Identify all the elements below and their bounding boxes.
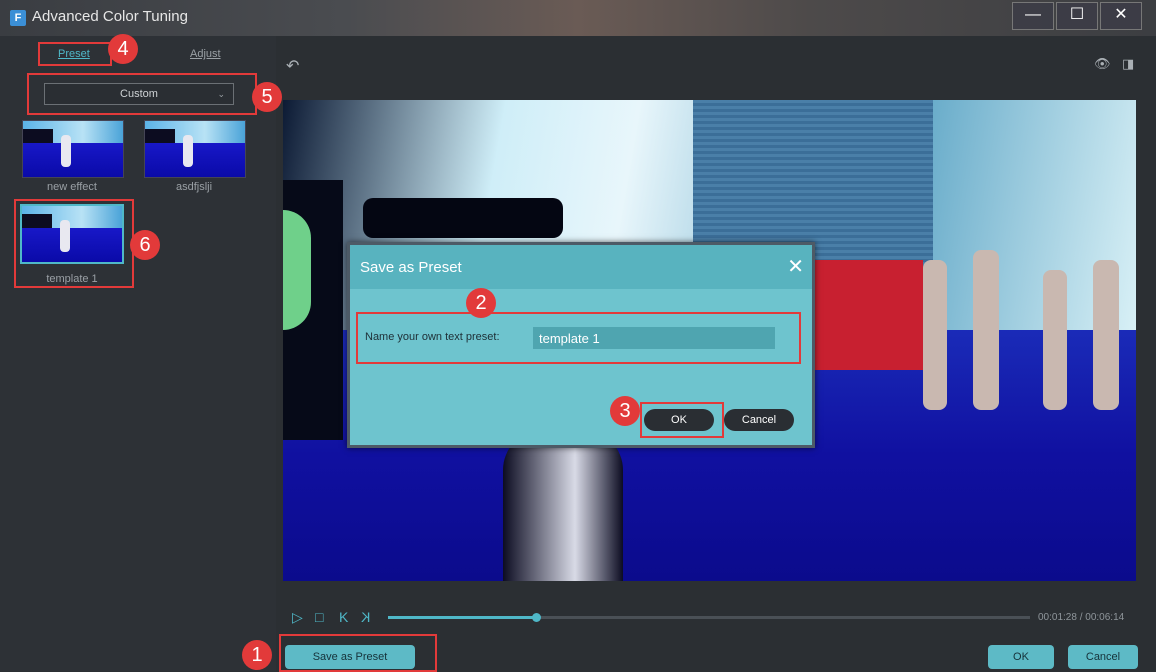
- annotation-box: [14, 199, 134, 288]
- progress-fill: [388, 616, 536, 619]
- annotation-box: [640, 402, 724, 438]
- annotation-marker: 4: [108, 34, 138, 64]
- cancel-button[interactable]: Cancel: [1068, 645, 1138, 669]
- next-frame-icon[interactable]: K: [361, 609, 370, 625]
- preset-thumbnail-asdfjslji[interactable]: [144, 120, 246, 178]
- annotation-marker: 1: [242, 640, 272, 670]
- app-icon: F: [10, 10, 26, 26]
- ok-button[interactable]: OK: [988, 645, 1054, 669]
- compare-icon[interactable]: ◨: [1122, 56, 1134, 72]
- close-button[interactable]: ✕: [1100, 2, 1142, 30]
- window-title: Advanced Color Tuning: [32, 8, 188, 25]
- play-icon[interactable]: ▷: [292, 609, 303, 626]
- dialog-cancel-button[interactable]: Cancel: [724, 409, 794, 431]
- playback-progress[interactable]: [388, 613, 1030, 622]
- annotation-box: [27, 73, 257, 115]
- annotation-box: [38, 42, 112, 66]
- minimize-button[interactable]: —: [1012, 2, 1054, 30]
- annotation-box: [356, 312, 801, 364]
- title-bar: F Advanced Color Tuning — ☐ ✕: [0, 0, 1156, 36]
- annotation-marker: 6: [130, 230, 160, 260]
- preset-label: asdfjslji: [175, 181, 213, 193]
- tab-adjust[interactable]: Adjust: [190, 48, 221, 60]
- preset-thumbnail-new-effect[interactable]: [22, 120, 124, 178]
- previous-frame-icon[interactable]: K: [339, 609, 348, 625]
- window-controls: — ☐ ✕: [1012, 2, 1142, 30]
- dialog-title: Save as Preset: [360, 259, 462, 276]
- maximize-button[interactable]: ☐: [1056, 2, 1098, 30]
- preset-label: new effect: [47, 181, 97, 193]
- eye-icon[interactable]: 👁: [1094, 56, 1111, 72]
- annotation-marker: 2: [466, 288, 496, 318]
- close-icon[interactable]: ✕: [787, 254, 804, 279]
- timecode: 00:01:28 / 00:06:14: [1038, 612, 1125, 623]
- preset-panel: Preset Adjust Custom ⌄ new effect asdfjs…: [0, 36, 276, 671]
- undo-icon[interactable]: ↶: [286, 56, 299, 76]
- progress-handle[interactable]: [531, 613, 541, 622]
- annotation-marker: 3: [610, 396, 640, 426]
- stop-icon[interactable]: □: [315, 609, 323, 625]
- dialog-title-bar: Save as Preset ✕: [350, 245, 812, 289]
- annotation-marker: 5: [252, 82, 282, 112]
- annotation-box: [279, 634, 437, 672]
